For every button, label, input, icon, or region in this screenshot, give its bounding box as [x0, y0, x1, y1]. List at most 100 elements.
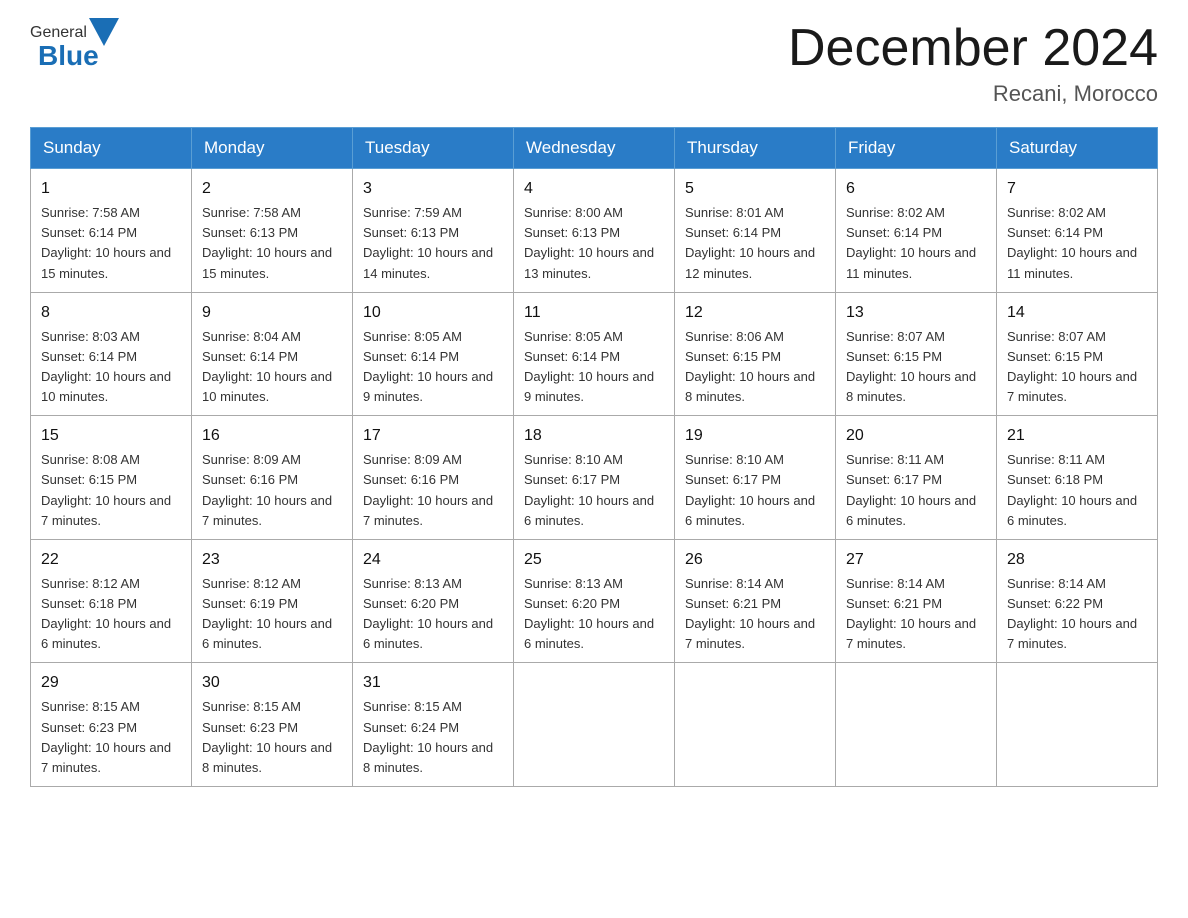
- day-cell: 6 Sunrise: 8:02 AMSunset: 6:14 PMDayligh…: [836, 169, 997, 293]
- day-cell: 26 Sunrise: 8:14 AMSunset: 6:21 PMDaylig…: [675, 539, 836, 663]
- header-tuesday: Tuesday: [353, 128, 514, 169]
- day-number: 19: [685, 424, 825, 448]
- day-number: 10: [363, 301, 503, 325]
- day-info: Sunrise: 8:00 AMSunset: 6:13 PMDaylight:…: [524, 205, 654, 280]
- day-cell: 23 Sunrise: 8:12 AMSunset: 6:19 PMDaylig…: [192, 539, 353, 663]
- day-number: 16: [202, 424, 342, 448]
- day-cell: 16 Sunrise: 8:09 AMSunset: 6:16 PMDaylig…: [192, 416, 353, 540]
- day-number: 29: [41, 671, 181, 695]
- day-number: 20: [846, 424, 986, 448]
- header-monday: Monday: [192, 128, 353, 169]
- header-friday: Friday: [836, 128, 997, 169]
- day-cell: 18 Sunrise: 8:10 AMSunset: 6:17 PMDaylig…: [514, 416, 675, 540]
- day-cell: 8 Sunrise: 8:03 AMSunset: 6:14 PMDayligh…: [31, 292, 192, 416]
- day-info: Sunrise: 8:10 AMSunset: 6:17 PMDaylight:…: [524, 452, 654, 527]
- day-number: 22: [41, 548, 181, 572]
- week-row-5: 29 Sunrise: 8:15 AMSunset: 6:23 PMDaylig…: [31, 663, 1158, 787]
- day-info: Sunrise: 8:09 AMSunset: 6:16 PMDaylight:…: [202, 452, 332, 527]
- header-thursday: Thursday: [675, 128, 836, 169]
- day-info: Sunrise: 8:11 AMSunset: 6:18 PMDaylight:…: [1007, 452, 1137, 527]
- day-info: Sunrise: 8:02 AMSunset: 6:14 PMDaylight:…: [1007, 205, 1137, 280]
- day-cell: 15 Sunrise: 8:08 AMSunset: 6:15 PMDaylig…: [31, 416, 192, 540]
- day-number: 27: [846, 548, 986, 572]
- day-number: 25: [524, 548, 664, 572]
- day-number: 6: [846, 177, 986, 201]
- day-cell: 25 Sunrise: 8:13 AMSunset: 6:20 PMDaylig…: [514, 539, 675, 663]
- day-info: Sunrise: 8:15 AMSunset: 6:23 PMDaylight:…: [202, 699, 332, 774]
- day-cell: 31 Sunrise: 8:15 AMSunset: 6:24 PMDaylig…: [353, 663, 514, 787]
- day-number: 13: [846, 301, 986, 325]
- day-number: 14: [1007, 301, 1147, 325]
- day-info: Sunrise: 7:58 AMSunset: 6:13 PMDaylight:…: [202, 205, 332, 280]
- day-info: Sunrise: 7:59 AMSunset: 6:13 PMDaylight:…: [363, 205, 493, 280]
- day-cell: 2 Sunrise: 7:58 AMSunset: 6:13 PMDayligh…: [192, 169, 353, 293]
- calendar-table: Sunday Monday Tuesday Wednesday Thursday…: [30, 127, 1158, 787]
- day-cell: [997, 663, 1158, 787]
- day-info: Sunrise: 8:14 AMSunset: 6:22 PMDaylight:…: [1007, 576, 1137, 651]
- day-number: 21: [1007, 424, 1147, 448]
- header-saturday: Saturday: [997, 128, 1158, 169]
- day-info: Sunrise: 8:12 AMSunset: 6:18 PMDaylight:…: [41, 576, 171, 651]
- day-number: 17: [363, 424, 503, 448]
- month-title: December 2024: [788, 20, 1158, 77]
- day-cell: 12 Sunrise: 8:06 AMSunset: 6:15 PMDaylig…: [675, 292, 836, 416]
- day-info: Sunrise: 8:11 AMSunset: 6:17 PMDaylight:…: [846, 452, 976, 527]
- week-row-2: 8 Sunrise: 8:03 AMSunset: 6:14 PMDayligh…: [31, 292, 1158, 416]
- day-info: Sunrise: 8:05 AMSunset: 6:14 PMDaylight:…: [524, 329, 654, 404]
- week-row-1: 1 Sunrise: 7:58 AMSunset: 6:14 PMDayligh…: [31, 169, 1158, 293]
- day-info: Sunrise: 8:03 AMSunset: 6:14 PMDaylight:…: [41, 329, 171, 404]
- day-cell: 11 Sunrise: 8:05 AMSunset: 6:14 PMDaylig…: [514, 292, 675, 416]
- day-cell: 7 Sunrise: 8:02 AMSunset: 6:14 PMDayligh…: [997, 169, 1158, 293]
- day-number: 18: [524, 424, 664, 448]
- day-cell: 3 Sunrise: 7:59 AMSunset: 6:13 PMDayligh…: [353, 169, 514, 293]
- header-row: Sunday Monday Tuesday Wednesday Thursday…: [31, 128, 1158, 169]
- day-number: 7: [1007, 177, 1147, 201]
- day-number: 3: [363, 177, 503, 201]
- day-cell: [836, 663, 997, 787]
- header-sunday: Sunday: [31, 128, 192, 169]
- day-cell: 29 Sunrise: 8:15 AMSunset: 6:23 PMDaylig…: [31, 663, 192, 787]
- day-cell: 5 Sunrise: 8:01 AMSunset: 6:14 PMDayligh…: [675, 169, 836, 293]
- day-info: Sunrise: 7:58 AMSunset: 6:14 PMDaylight:…: [41, 205, 171, 280]
- day-number: 2: [202, 177, 342, 201]
- day-info: Sunrise: 8:06 AMSunset: 6:15 PMDaylight:…: [685, 329, 815, 404]
- day-cell: 14 Sunrise: 8:07 AMSunset: 6:15 PMDaylig…: [997, 292, 1158, 416]
- day-cell: 4 Sunrise: 8:00 AMSunset: 6:13 PMDayligh…: [514, 169, 675, 293]
- day-info: Sunrise: 8:12 AMSunset: 6:19 PMDaylight:…: [202, 576, 332, 651]
- page-header: General Blue December 2024 Recani, Moroc…: [30, 20, 1158, 107]
- day-info: Sunrise: 8:13 AMSunset: 6:20 PMDaylight:…: [524, 576, 654, 651]
- day-number: 15: [41, 424, 181, 448]
- day-info: Sunrise: 8:07 AMSunset: 6:15 PMDaylight:…: [1007, 329, 1137, 404]
- day-number: 1: [41, 177, 181, 201]
- day-cell: [514, 663, 675, 787]
- day-info: Sunrise: 8:08 AMSunset: 6:15 PMDaylight:…: [41, 452, 171, 527]
- day-cell: 9 Sunrise: 8:04 AMSunset: 6:14 PMDayligh…: [192, 292, 353, 416]
- day-info: Sunrise: 8:05 AMSunset: 6:14 PMDaylight:…: [363, 329, 493, 404]
- day-cell: [675, 663, 836, 787]
- day-cell: 21 Sunrise: 8:11 AMSunset: 6:18 PMDaylig…: [997, 416, 1158, 540]
- day-number: 4: [524, 177, 664, 201]
- day-info: Sunrise: 8:10 AMSunset: 6:17 PMDaylight:…: [685, 452, 815, 527]
- day-number: 31: [363, 671, 503, 695]
- day-cell: 10 Sunrise: 8:05 AMSunset: 6:14 PMDaylig…: [353, 292, 514, 416]
- day-info: Sunrise: 8:13 AMSunset: 6:20 PMDaylight:…: [363, 576, 493, 651]
- week-row-4: 22 Sunrise: 8:12 AMSunset: 6:18 PMDaylig…: [31, 539, 1158, 663]
- logo-blue-text: Blue: [38, 40, 99, 72]
- day-info: Sunrise: 8:09 AMSunset: 6:16 PMDaylight:…: [363, 452, 493, 527]
- day-info: Sunrise: 8:04 AMSunset: 6:14 PMDaylight:…: [202, 329, 332, 404]
- day-info: Sunrise: 8:14 AMSunset: 6:21 PMDaylight:…: [846, 576, 976, 651]
- day-number: 11: [524, 301, 664, 325]
- day-number: 30: [202, 671, 342, 695]
- day-cell: 19 Sunrise: 8:10 AMSunset: 6:17 PMDaylig…: [675, 416, 836, 540]
- day-cell: 30 Sunrise: 8:15 AMSunset: 6:23 PMDaylig…: [192, 663, 353, 787]
- day-cell: 13 Sunrise: 8:07 AMSunset: 6:15 PMDaylig…: [836, 292, 997, 416]
- day-cell: 20 Sunrise: 8:11 AMSunset: 6:17 PMDaylig…: [836, 416, 997, 540]
- week-row-3: 15 Sunrise: 8:08 AMSunset: 6:15 PMDaylig…: [31, 416, 1158, 540]
- day-info: Sunrise: 8:15 AMSunset: 6:24 PMDaylight:…: [363, 699, 493, 774]
- day-cell: 17 Sunrise: 8:09 AMSunset: 6:16 PMDaylig…: [353, 416, 514, 540]
- day-number: 26: [685, 548, 825, 572]
- day-number: 23: [202, 548, 342, 572]
- day-cell: 24 Sunrise: 8:13 AMSunset: 6:20 PMDaylig…: [353, 539, 514, 663]
- day-cell: 1 Sunrise: 7:58 AMSunset: 6:14 PMDayligh…: [31, 169, 192, 293]
- day-number: 24: [363, 548, 503, 572]
